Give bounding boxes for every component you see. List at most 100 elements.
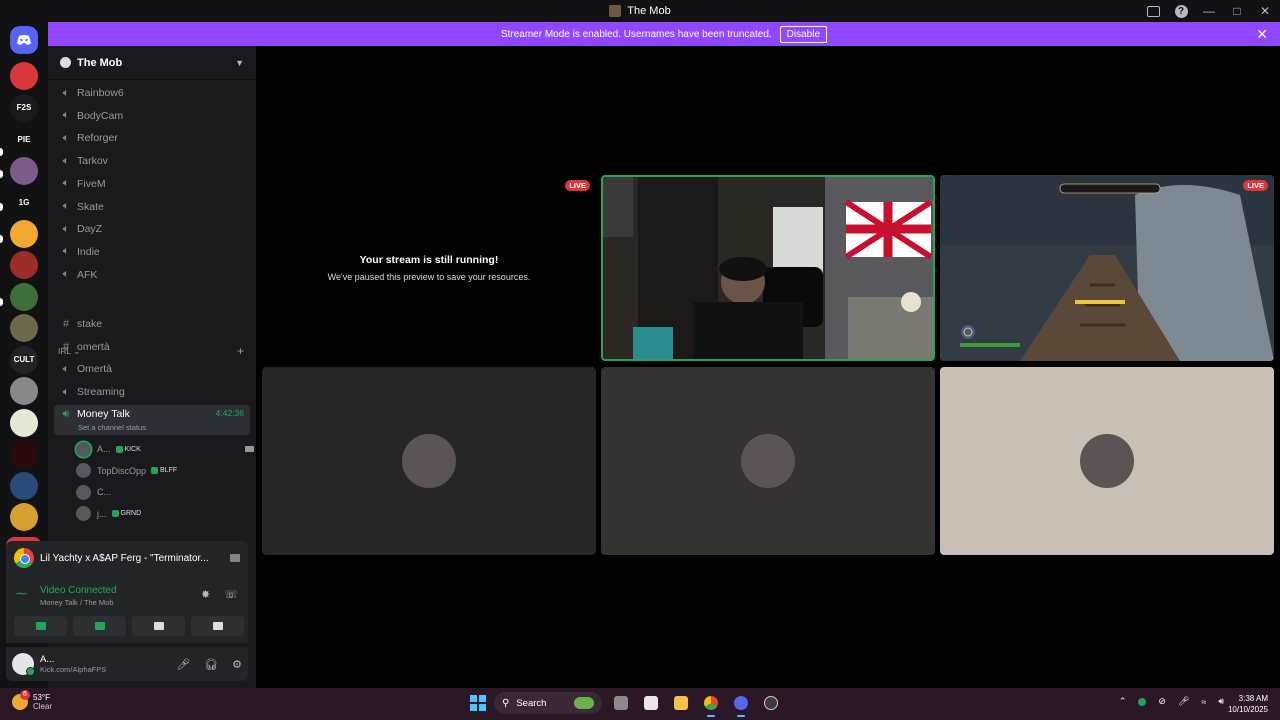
game-stream-tile[interactable]: LIVE xyxy=(940,175,1274,361)
guild-header[interactable]: The Mob ▼ xyxy=(48,46,256,80)
speaker-icon: 🔈︎ xyxy=(62,131,70,144)
inbox-icon[interactable] xyxy=(1146,4,1160,18)
mic-tray-icon[interactable]: 🎤︎ xyxy=(1178,696,1189,707)
server-icon[interactable] xyxy=(10,314,38,342)
channel-name: Streaming xyxy=(77,386,125,399)
server-icon[interactable] xyxy=(10,408,38,437)
screen-share-button[interactable] xyxy=(73,616,126,636)
now-playing-panel[interactable]: Lil Yachty x A$AP Ferg - "Terminator... xyxy=(6,541,248,575)
server-icon[interactable]: CULT xyxy=(10,345,38,374)
avatar xyxy=(76,463,91,478)
tag-icon xyxy=(115,445,123,453)
text-channel[interactable]: # omertà xyxy=(54,337,250,357)
server-icon[interactable] xyxy=(10,440,38,468)
close-banner-icon[interactable]: ✕ xyxy=(1256,26,1268,43)
headphones-icon[interactable]: 🎧︎ xyxy=(204,658,218,671)
camera-button[interactable] xyxy=(14,616,67,636)
tray-app-icon[interactable]: ⊘ xyxy=(1158,696,1166,707)
disconnect-icon[interactable]: ☏ xyxy=(224,588,238,601)
chevron-down-icon[interactable]: ▼ xyxy=(235,58,244,68)
server-icon[interactable] xyxy=(10,471,38,500)
channel-name: Tarkov xyxy=(77,155,108,168)
chrome-taskbar-icon[interactable] xyxy=(700,692,722,717)
moon-icon: 6 xyxy=(12,690,30,710)
avatar[interactable] xyxy=(12,653,35,676)
streamer-mode-banner: Streamer Mode is enabled. Usernames have… xyxy=(48,22,1280,46)
close-window-button[interactable]: ✕ xyxy=(1258,4,1272,18)
activity-button[interactable] xyxy=(132,616,185,636)
username: A... xyxy=(40,654,55,665)
speaker-icon: 🔈︎ xyxy=(62,245,70,258)
maximize-button[interactable]: □ xyxy=(1230,4,1244,18)
noise-suppression-icon[interactable]: ✸ xyxy=(201,588,210,601)
voice-channel[interactable]: 🔈︎ Tarkov xyxy=(54,151,250,171)
start-button[interactable] xyxy=(470,695,486,711)
discord-taskbar-icon[interactable] xyxy=(730,692,752,717)
channel-status[interactable]: Set a channel status xyxy=(78,423,146,432)
discord-home-icon[interactable] xyxy=(10,26,38,54)
obs-taskbar-icon[interactable] xyxy=(760,692,782,714)
gear-icon[interactable]: ⚙︎ xyxy=(232,658,242,671)
voice-channel[interactable]: 🔈︎ FiveM xyxy=(54,174,250,194)
voice-user-name: TopDiscOpp xyxy=(97,465,147,476)
participant-tile[interactable] xyxy=(940,367,1274,555)
channel-money-talk[interactable]: 🔊︎ Money Talk 4:42:36 Set a channel stat… xyxy=(54,405,250,435)
mic-icon[interactable]: 🎤︎ xyxy=(176,658,190,671)
title-bar: The Mob ? — □ ✕ xyxy=(0,0,1280,22)
wifi-icon[interactable]: ≈ xyxy=(1201,697,1206,707)
text-channel[interactable]: # stake xyxy=(54,314,250,334)
taskbar-search[interactable]: ⚲︎ Search xyxy=(494,692,602,714)
voice-channel[interactable]: 🔈︎ BodyCam xyxy=(54,106,250,126)
server-icon[interactable] xyxy=(10,377,38,405)
participant-tile[interactable] xyxy=(601,367,935,555)
paused-title: Your stream is still running! xyxy=(359,254,499,266)
participant-tile[interactable] xyxy=(262,367,596,555)
server-icon[interactable]: PIE xyxy=(10,125,38,153)
help-icon[interactable]: ? xyxy=(1174,4,1188,18)
paused-stream-tile[interactable]: LIVE Your stream is still running! We've… xyxy=(262,175,596,361)
voice-channel[interactable]: 🔈︎ AFK xyxy=(54,265,250,285)
server-icon[interactable] xyxy=(10,156,38,185)
channel-name: FiveM xyxy=(77,177,106,190)
store-icon[interactable] xyxy=(640,692,662,714)
avatar xyxy=(76,506,91,521)
voice-status[interactable]: Video Connected xyxy=(40,585,117,596)
search-label: Search xyxy=(516,697,547,709)
clock[interactable]: 3:38 AM 10/10/2025 xyxy=(1228,693,1268,715)
voice-channel[interactable]: 🔈︎ DayZ xyxy=(54,219,250,239)
server-icon[interactable]: 1G xyxy=(10,188,38,216)
signal-icon[interactable]: ⁓ xyxy=(16,587,30,601)
unread-indicator xyxy=(0,235,3,243)
disable-streamer-mode-button[interactable]: Disable xyxy=(779,25,828,43)
server-icon[interactable] xyxy=(10,282,38,311)
voice-channel[interactable]: 🔈︎ Streaming xyxy=(54,382,250,402)
server-icon[interactable] xyxy=(10,503,38,531)
weather-notification-count: 6 xyxy=(20,690,30,700)
minimize-button[interactable]: — xyxy=(1202,4,1216,18)
server-icon[interactable] xyxy=(10,219,38,248)
server-icon[interactable] xyxy=(10,251,38,279)
unread-indicator xyxy=(0,170,3,178)
voice-location[interactable]: Money Talk / The Mob xyxy=(40,598,114,607)
voice-channel[interactable]: 🔈︎ Indie xyxy=(54,242,250,262)
channel-name: omertà xyxy=(77,340,110,353)
volume-icon[interactable]: 🔊︎ xyxy=(1218,696,1224,707)
voice-channel[interactable]: 🔈︎ Rainbow6 xyxy=(54,83,250,103)
server-icon xyxy=(609,5,622,17)
voice-channel[interactable]: 🔈︎ Skate xyxy=(54,197,250,217)
soundboard-button[interactable] xyxy=(191,616,244,636)
server-icon[interactable]: F2S xyxy=(10,93,38,122)
voice-channel[interactable]: 🔈︎ Omertà xyxy=(54,359,250,379)
activity-icon[interactable] xyxy=(230,554,240,562)
voice-channel[interactable]: 🔈︎ Reforger xyxy=(54,128,250,148)
screen-share-icon xyxy=(94,622,105,630)
chevron-up-icon[interactable]: ⌃ xyxy=(1119,696,1127,707)
avatar xyxy=(1080,434,1134,488)
task-view-icon[interactable] xyxy=(610,692,632,714)
webcam-stream-tile[interactable] xyxy=(601,175,935,361)
weather-widget[interactable]: 6 53°F Clear xyxy=(12,690,52,711)
file-explorer-icon[interactable] xyxy=(670,692,692,714)
server-icon[interactable] xyxy=(10,62,38,90)
tray-status-icon[interactable] xyxy=(1138,697,1147,706)
speaker-icon: 🔈︎ xyxy=(62,268,70,281)
